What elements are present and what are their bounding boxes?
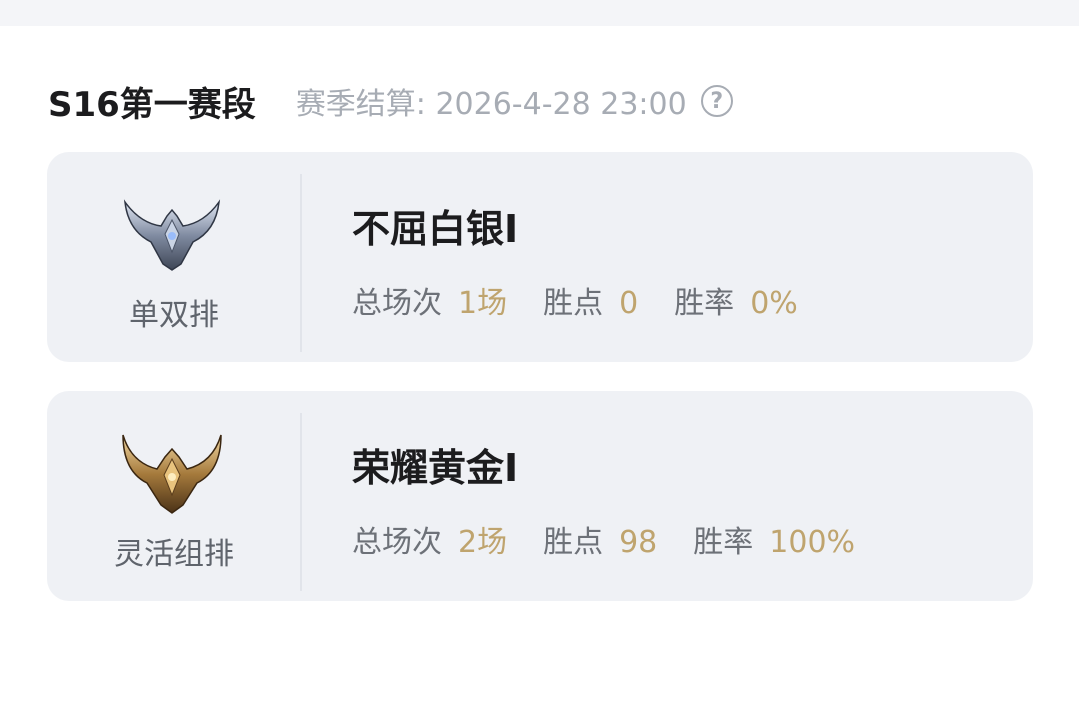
rank-card-flex[interactable]: 灵活组排 荣耀黄金I 总场次 2场 胜点 98 胜率 100%: [47, 391, 1033, 601]
games-value: 1场: [458, 286, 508, 321]
queue-label: 灵活组排: [114, 537, 234, 572]
rank-card-solo[interactable]: 单双排 不屈白银I 总场次 1场 胜点 0 胜率 0%: [47, 152, 1033, 362]
rank-name: 不屈白银I: [352, 207, 519, 251]
games-label: 总场次: [352, 525, 442, 560]
winrate-label: 胜率: [693, 525, 754, 560]
lp-label: 胜点: [543, 525, 604, 560]
gold-rank-emblem-icon: [122, 434, 222, 514]
queue-label: 单双排: [129, 298, 219, 333]
stats-row: 总场次 2场 胜点 98 胜率 100%: [352, 517, 855, 561]
top-divider-strip: [0, 0, 1079, 26]
winrate-value: 0%: [750, 286, 798, 321]
card-divider: [300, 413, 302, 591]
winrate-label: 胜率: [674, 286, 735, 321]
lp-value: 98: [619, 525, 658, 560]
stats-row: 总场次 1场 胜点 0 胜率 0%: [352, 278, 798, 322]
lp-value: 0: [619, 286, 639, 321]
question-circle-icon[interactable]: ?: [700, 85, 733, 117]
season-header: S16第一赛段 赛季结算: 2026-4-28 23:00 ?: [48, 76, 733, 126]
rank-name: 荣耀黄金I: [352, 446, 519, 490]
card-divider: [300, 174, 302, 352]
season-title: S16第一赛段: [48, 84, 256, 125]
winrate-value: 100%: [769, 525, 856, 560]
silver-rank-emblem-icon: [123, 199, 221, 271]
games-value: 2场: [458, 525, 508, 560]
season-settlement-time: 赛季结算: 2026-4-28 23:00: [295, 87, 687, 122]
lp-label: 胜点: [543, 286, 604, 321]
games-label: 总场次: [352, 286, 442, 321]
